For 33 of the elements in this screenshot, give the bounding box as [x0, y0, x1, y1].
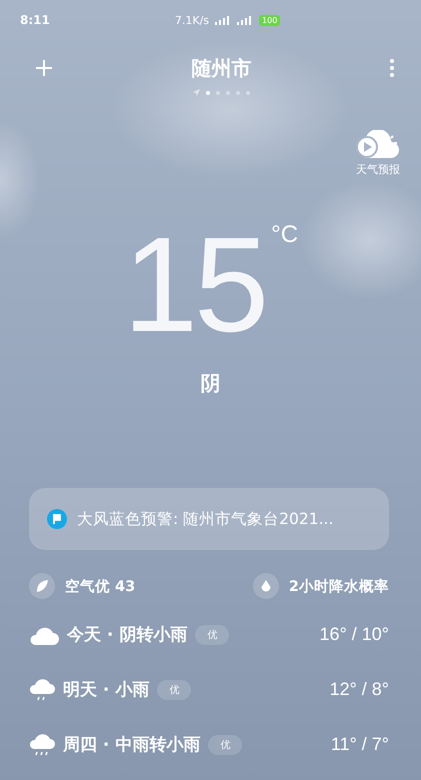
forecast-day-label: 今天 · 阴转小雨 — [67, 624, 188, 646]
air-quality-badge: 优 — [157, 680, 192, 700]
weather-condition: 阴 — [200, 370, 222, 397]
rain-cloud-icon — [29, 678, 55, 702]
temperature-unit: °C — [271, 221, 298, 249]
signal-icon — [215, 16, 232, 24]
signal-icon — [237, 16, 254, 24]
more-menu-icon — [390, 59, 394, 77]
rain-cloud-icon — [29, 732, 55, 756]
temperature-range: 12° / 8° — [330, 679, 389, 700]
play-cloud-sun-icon — [355, 130, 401, 160]
air-quality-badge: 优 — [208, 734, 242, 754]
info-label[interactable]: 2小时降水概率 — [288, 576, 389, 596]
network-speed: 7.1K/s — [174, 14, 210, 26]
forecast-day-label: 明天 · 小雨 — [63, 679, 150, 701]
menu-button[interactable] — [387, 56, 397, 80]
info-label[interactable]: 空气优 43 — [65, 576, 136, 596]
forecast-video-button[interactable]: 天气预报 — [355, 130, 401, 177]
water-drop-icon — [252, 573, 279, 599]
battery-level: 100 — [259, 14, 280, 26]
flag-icon — [47, 509, 67, 529]
air-quality-badge: 优 — [195, 624, 230, 644]
temperature-range: 11° / 7° — [330, 734, 389, 755]
temperature-range: 16° / 10° — [320, 624, 389, 645]
temperature: 15 — [122, 225, 266, 345]
weather-alert-card[interactable]: 大风蓝色预警: 随州市气象台2021... — [29, 488, 389, 550]
page-dot[interactable] — [206, 90, 210, 94]
status-time: 8:11 — [20, 13, 50, 27]
plus-icon — [35, 59, 53, 77]
leaf-icon — [29, 573, 55, 599]
city-name: 随州市 — [192, 56, 252, 80]
forecast-day-label: 周四 · 中雨转小雨 — [63, 734, 200, 756]
location-arrow-icon — [193, 89, 200, 96]
